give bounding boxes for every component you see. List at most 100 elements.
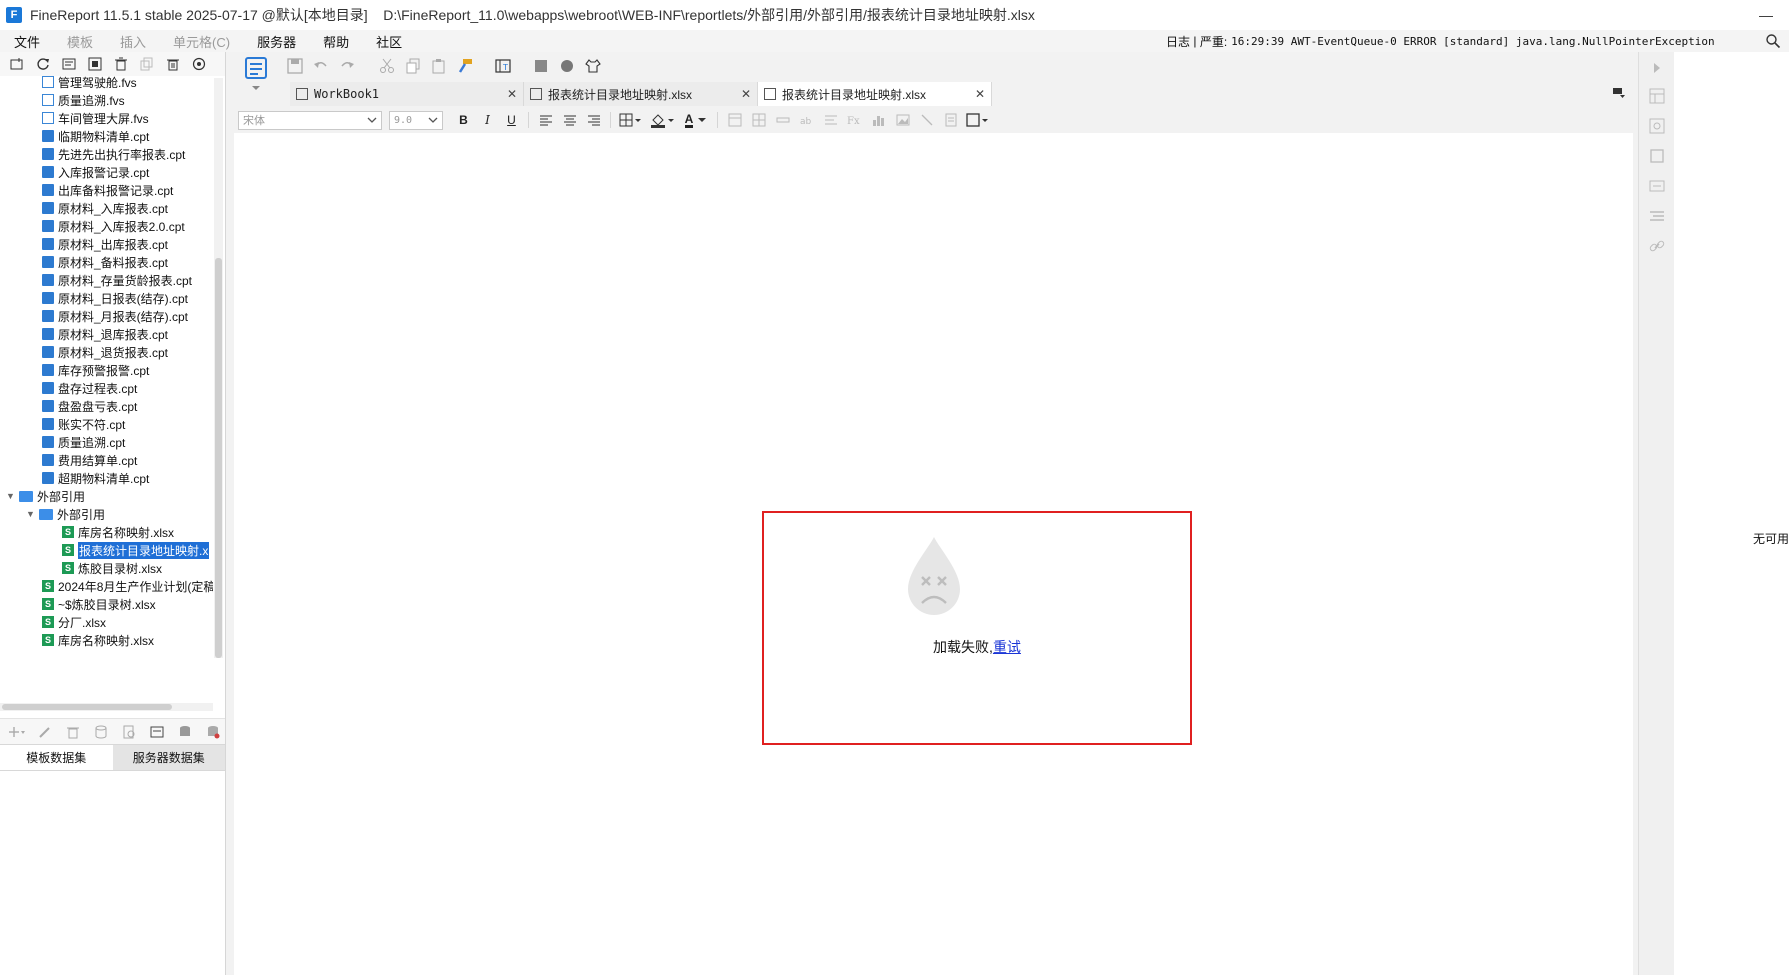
split-cells-icon[interactable] bbox=[748, 110, 769, 130]
target-icon[interactable] bbox=[188, 54, 210, 74]
subreport-icon[interactable] bbox=[940, 110, 961, 130]
tree-item[interactable]: S 库房名称映射.xlsx bbox=[62, 523, 174, 541]
widget-settings-icon[interactable] bbox=[1649, 148, 1665, 164]
refresh-icon[interactable] bbox=[32, 54, 54, 74]
tree-item[interactable]: 原材料_退货报表.cpt bbox=[42, 343, 168, 361]
tree-item[interactable]: 先进先出执行率报表.cpt bbox=[42, 145, 185, 163]
align-right-icon[interactable] bbox=[583, 110, 604, 130]
report-canvas[interactable]: 加载失败,重试 bbox=[234, 133, 1633, 975]
tree-item[interactable]: 质量追溯.cpt bbox=[42, 433, 125, 451]
tree-item[interactable]: 账实不符.cpt bbox=[42, 415, 125, 433]
tree-item[interactable]: 入库报警记录.cpt bbox=[42, 163, 149, 181]
redo-icon[interactable] bbox=[336, 56, 358, 76]
close-icon[interactable]: ✕ bbox=[507, 87, 517, 101]
tree-item[interactable]: 库存预警报警.cpt bbox=[42, 361, 149, 379]
log-status[interactable]: 日志 | 严重: 16:29:39 AWT-EventQueue-0 ERROR… bbox=[1166, 30, 1715, 52]
edit-dataset-icon[interactable] bbox=[34, 722, 56, 742]
delete-icon[interactable] bbox=[110, 54, 132, 74]
tree-item[interactable]: 车间管理大屏.fvs bbox=[42, 109, 149, 127]
paragraph-icon[interactable] bbox=[820, 110, 841, 130]
font-size-select[interactable]: 9.0 bbox=[389, 110, 443, 130]
template-params-icon[interactable]: T bbox=[492, 56, 514, 76]
tree-item[interactable]: 出库备料报警记录.cpt bbox=[42, 181, 173, 199]
tree-item[interactable]: 原材料_备料报表.cpt bbox=[42, 253, 168, 271]
slash-icon[interactable] bbox=[916, 110, 937, 130]
menu-community[interactable]: 社区 bbox=[376, 32, 415, 51]
retry-link[interactable]: 重试 bbox=[993, 639, 1021, 655]
align-center-icon[interactable] bbox=[559, 110, 580, 130]
scrollbar-thumb[interactable] bbox=[2, 704, 172, 710]
tree-item[interactable]: 临期物料清单.cpt bbox=[42, 127, 149, 145]
tab-report-mapping-2[interactable]: 报表统计目录地址映射.xlsx ✕ bbox=[758, 82, 992, 106]
tree-item[interactable]: 原材料_日报表(结存).cpt bbox=[42, 289, 188, 307]
tree-vertical-scrollbar[interactable] bbox=[214, 78, 223, 658]
open-icon[interactable] bbox=[58, 54, 80, 74]
format-painter-icon[interactable] bbox=[454, 56, 476, 76]
tree-item[interactable]: 原材料_退库报表.cpt bbox=[42, 325, 168, 343]
font-color-icon[interactable]: A bbox=[681, 110, 711, 130]
chart-icon[interactable] bbox=[868, 110, 889, 130]
chevron-down-icon[interactable]: ▼ bbox=[26, 509, 36, 519]
copy-icon[interactable] bbox=[402, 56, 424, 76]
save-icon[interactable] bbox=[284, 56, 306, 76]
tree-horizontal-scrollbar[interactable] bbox=[0, 703, 213, 711]
search-icon[interactable] bbox=[1765, 33, 1781, 49]
bold-button[interactable]: B bbox=[453, 110, 474, 130]
tree-item[interactable]: 费用结算单.cpt bbox=[42, 451, 137, 469]
tree-item[interactable]: S 2024年8月生产作业计划(定稿 bbox=[42, 577, 213, 595]
italic-button[interactable]: I bbox=[477, 110, 498, 130]
preview-dataset-icon[interactable] bbox=[118, 722, 140, 742]
text-wrap-icon[interactable]: ab bbox=[796, 110, 817, 130]
cell-attributes-icon[interactable] bbox=[1649, 88, 1665, 104]
menu-insert[interactable]: 插入 bbox=[120, 32, 159, 51]
condition-attributes-icon[interactable] bbox=[1649, 178, 1665, 194]
server-dataset-icon[interactable] bbox=[174, 722, 196, 742]
theme-icon[interactable] bbox=[582, 56, 604, 76]
menu-server[interactable]: 服务器 bbox=[257, 32, 309, 51]
tab-list-icon[interactable] bbox=[1612, 85, 1626, 99]
underline-button[interactable]: U bbox=[501, 110, 522, 130]
scrollbar-thumb[interactable] bbox=[215, 258, 222, 658]
new-folder-icon[interactable] bbox=[6, 54, 28, 74]
stop-icon[interactable] bbox=[530, 56, 552, 76]
record-icon[interactable] bbox=[556, 56, 578, 76]
log-label[interactable]: 日志 bbox=[1166, 33, 1190, 50]
tree-item[interactable]: S 炼胶目录树.xlsx bbox=[62, 559, 162, 577]
list-settings-icon[interactable] bbox=[1649, 208, 1665, 224]
close-icon[interactable]: ✕ bbox=[975, 87, 985, 101]
undo-icon[interactable] bbox=[310, 56, 332, 76]
menu-file[interactable]: 文件 bbox=[14, 32, 53, 51]
minimize-button[interactable]: — bbox=[1743, 0, 1789, 30]
tree-item[interactable]: ▼ 外部引用 bbox=[26, 505, 105, 523]
fill-color-icon[interactable] bbox=[648, 110, 678, 130]
tab-template-dataset[interactable]: 模板数据集 bbox=[0, 744, 113, 770]
formula-icon[interactable]: Fx bbox=[844, 110, 865, 130]
tab-server-dataset[interactable]: 服务器数据集 bbox=[112, 744, 225, 770]
tree-item[interactable]: ▼ 外部引用 bbox=[6, 487, 85, 505]
close-icon[interactable]: ✕ bbox=[741, 87, 751, 101]
dataset-params-icon[interactable] bbox=[146, 722, 168, 742]
menu-help[interactable]: 帮助 bbox=[323, 32, 362, 51]
menu-template[interactable]: 模板 bbox=[67, 32, 106, 51]
menu-cell[interactable]: 单元格(C) bbox=[173, 32, 243, 51]
tree-item[interactable]: 盘盈盘亏表.cpt bbox=[42, 397, 137, 415]
tree-item[interactable]: 超期物料清单.cpt bbox=[42, 469, 149, 487]
hyperlink-icon[interactable] bbox=[1649, 238, 1665, 254]
trash-icon[interactable] bbox=[162, 54, 184, 74]
tree-item[interactable]: 盘存过程表.cpt bbox=[42, 379, 137, 397]
tree-item[interactable]: 质量追溯.fvs bbox=[42, 91, 125, 109]
tab-workbook1[interactable]: WorkBook1 ✕ bbox=[290, 82, 524, 106]
cell-border-icon[interactable] bbox=[964, 110, 992, 130]
remove-dataset-icon[interactable] bbox=[62, 722, 84, 742]
tree-item[interactable]: 原材料_入库报表.cpt bbox=[42, 199, 168, 217]
stored-procedure-icon[interactable] bbox=[202, 722, 224, 742]
border-icon[interactable] bbox=[617, 110, 645, 130]
chevron-down-icon[interactable]: ▼ bbox=[6, 491, 16, 501]
paste-icon[interactable] bbox=[428, 56, 450, 76]
image-icon[interactable] bbox=[892, 110, 913, 130]
tree-item[interactable]: S ~$炼胶目录树.xlsx bbox=[42, 595, 156, 613]
tree-item[interactable]: 管理驾驶舱.fvs bbox=[42, 76, 137, 91]
tree-item[interactable]: S 报表统计目录地址映射.x bbox=[62, 541, 210, 559]
collapse-arrow-icon[interactable] bbox=[1649, 60, 1665, 76]
align-left-icon[interactable] bbox=[535, 110, 556, 130]
